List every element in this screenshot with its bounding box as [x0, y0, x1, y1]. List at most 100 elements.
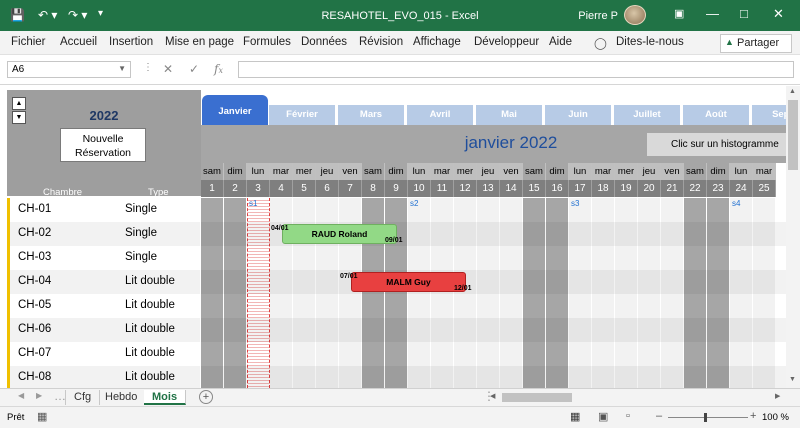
chevron-down-icon[interactable]: ▼: [118, 64, 126, 73]
tab-mise-en-page[interactable]: Mise en page: [165, 36, 234, 48]
histogram-hint: Clic sur un histogramme: [647, 133, 786, 156]
vertical-scrollbar[interactable]: ▲ ▼: [786, 86, 800, 388]
zoom-in-icon[interactable]: +: [750, 410, 756, 422]
name-box[interactable]: A6 ▼: [7, 61, 131, 78]
tab-developpeur[interactable]: Développeur: [474, 36, 539, 48]
user-name[interactable]: Pierre P: [578, 10, 618, 22]
reservation-bar[interactable]: MALM Guy: [351, 272, 466, 292]
tab-donnees[interactable]: Données: [301, 36, 347, 48]
minimize-icon[interactable]: —: [706, 6, 719, 21]
week-marker: s2: [410, 199, 419, 208]
prev-sheet-icon[interactable]: ◀: [18, 391, 24, 400]
day-column[interactable]: [753, 198, 776, 388]
reservation-bar[interactable]: RAUD Roland: [282, 224, 397, 244]
month-tab-7[interactable]: Août: [683, 105, 749, 125]
month-tab-5[interactable]: Juin: [545, 105, 611, 125]
reservation-end-date: 12/01: [454, 285, 472, 292]
day-column[interactable]: [546, 198, 569, 388]
page-break-view-icon[interactable]: ▫: [626, 410, 630, 422]
month-tab-janvier[interactable]: Janvier: [202, 95, 268, 125]
table-row[interactable]: CH-05 Lit double: [10, 294, 200, 318]
table-row[interactable]: CH-04 Lit double: [10, 270, 200, 294]
sheet-tab-mois[interactable]: Mois: [144, 390, 187, 405]
tab-insertion[interactable]: Insertion: [109, 36, 153, 48]
month-tab-2[interactable]: Mars: [338, 105, 404, 125]
insert-function-icon[interactable]: fx: [214, 62, 223, 76]
day-column[interactable]: [201, 198, 224, 388]
day-number: 13: [477, 180, 500, 197]
day-name: dim: [224, 163, 247, 180]
title-bar: 💾 ↶ ▾ ↷ ▾ ▾ RESAHOTEL_EVO_015 - Excel Pi…: [0, 0, 800, 31]
new-reservation-button[interactable]: Nouvelle Réservation: [60, 128, 146, 162]
avatar[interactable]: [624, 5, 646, 25]
day-column[interactable]: [615, 198, 638, 388]
page-layout-view-icon[interactable]: ▣: [598, 410, 608, 423]
scroll-thumb[interactable]: [788, 100, 798, 170]
zoom-slider[interactable]: [668, 417, 748, 418]
day-column[interactable]: [730, 198, 753, 388]
day-column[interactable]: [408, 198, 431, 388]
day-column[interactable]: [707, 198, 730, 388]
tab-affichage[interactable]: Affichage: [413, 36, 461, 48]
next-sheet-icon[interactable]: ▶: [36, 391, 42, 400]
sheet-tab-cfg[interactable]: Cfg: [65, 390, 101, 405]
zoom-level[interactable]: 100 %: [762, 412, 789, 423]
hscroll-thumb[interactable]: [502, 393, 572, 402]
day-column[interactable]: [224, 198, 247, 388]
worksheet[interactable]: ▲ ▼ 2022 Nouvelle Réservation Chambre Typ…: [0, 86, 786, 388]
month-tab-1[interactable]: Février: [269, 105, 335, 125]
table-row[interactable]: CH-01 Single: [10, 198, 200, 222]
day-name: dim: [385, 163, 408, 180]
hscroll-right-icon[interactable]: ▶: [775, 392, 780, 400]
tab-accueil[interactable]: Accueil: [60, 36, 97, 48]
month-tab-4[interactable]: Mai: [476, 105, 542, 125]
ribbon-display-icon[interactable]: ▣: [674, 7, 684, 20]
add-sheet-icon[interactable]: +: [199, 390, 213, 404]
day-column[interactable]: [569, 198, 592, 388]
more-options-icon[interactable]: ⋮: [143, 62, 153, 73]
share-button[interactable]: ▲ Partager: [720, 34, 792, 53]
table-row[interactable]: CH-07 Lit double: [10, 342, 200, 366]
reservation-start-date: 04/01: [271, 225, 289, 232]
day-column[interactable]: [431, 198, 454, 388]
hscroll-left-icon[interactable]: ◀: [490, 392, 495, 400]
enter-formula-icon[interactable]: ✓: [189, 62, 199, 76]
macro-record-icon[interactable]: ▦: [37, 410, 47, 423]
tab-aide[interactable]: Aide: [549, 36, 572, 48]
day-name: lun: [408, 163, 431, 180]
month-tab-6[interactable]: Juillet: [614, 105, 680, 125]
scroll-up-icon[interactable]: ▲: [789, 88, 796, 95]
day-number: 1: [201, 180, 224, 197]
new-reservation-line2: Réservation: [74, 147, 132, 159]
day-column[interactable]: [523, 198, 546, 388]
scroll-down-icon[interactable]: ▼: [789, 376, 796, 383]
day-column[interactable]: [661, 198, 684, 388]
day-column[interactable]: [684, 198, 707, 388]
tab-revision[interactable]: Révision: [359, 36, 403, 48]
room-type: Lit double: [125, 323, 175, 335]
close-icon[interactable]: ✕: [773, 6, 784, 22]
day-column[interactable]: [500, 198, 523, 388]
day-column[interactable]: [638, 198, 661, 388]
day-column[interactable]: [592, 198, 615, 388]
tell-me-search[interactable]: Dites-le-nous: [616, 36, 684, 48]
zoom-slider-thumb[interactable]: [704, 413, 707, 422]
table-row[interactable]: CH-02 Single: [10, 222, 200, 246]
table-row[interactable]: CH-03 Single: [10, 246, 200, 270]
day-column[interactable]: [247, 198, 270, 388]
cancel-formula-icon[interactable]: ✕: [163, 62, 173, 76]
table-row[interactable]: CH-08 Lit double: [10, 366, 200, 388]
month-tab-3[interactable]: Avril: [407, 105, 473, 125]
zoom-out-icon[interactable]: –: [656, 410, 662, 422]
table-row[interactable]: CH-06 Lit double: [10, 318, 200, 342]
sheet-tab-hebdo[interactable]: Hebdo: [97, 390, 147, 405]
day-column[interactable]: [454, 198, 477, 388]
share-label: Partager: [737, 37, 780, 49]
formula-input[interactable]: [238, 61, 794, 78]
tab-fichier[interactable]: Fichier: [11, 36, 46, 48]
day-column[interactable]: [477, 198, 500, 388]
month-tab-8[interactable]: Septe: [752, 105, 786, 125]
normal-view-icon[interactable]: ▦: [570, 410, 580, 423]
maximize-icon[interactable]: □: [740, 6, 748, 21]
tab-formules[interactable]: Formules: [243, 36, 291, 48]
